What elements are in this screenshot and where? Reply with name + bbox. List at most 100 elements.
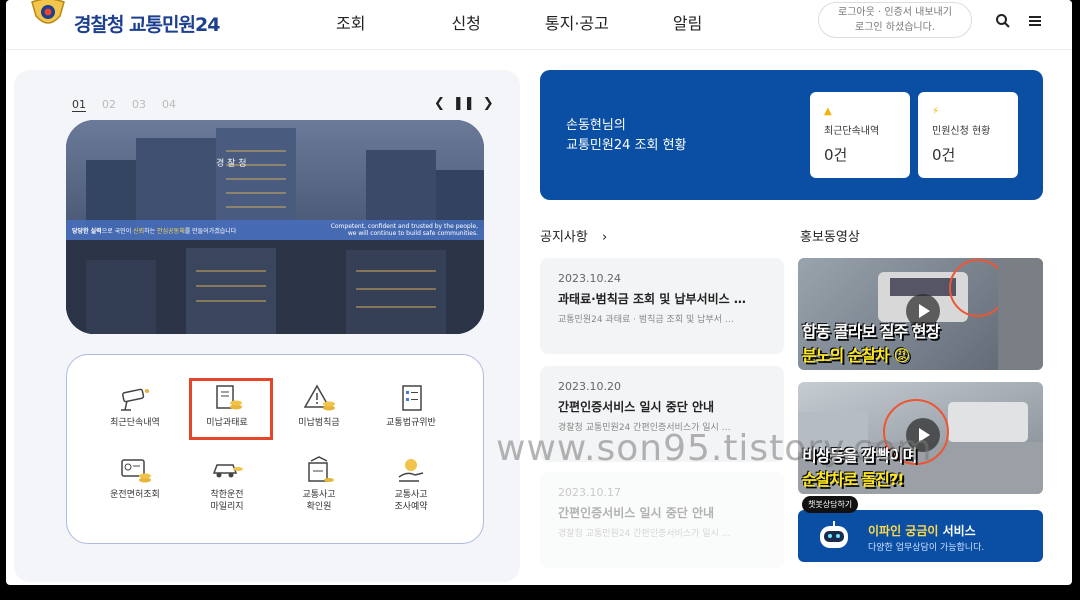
quick-menu-grid: 최근단속내역 미납과태료 미납범칙금 교통법규위반 운전면허조회 착한운전 마일…: [89, 378, 459, 517]
id-card-icon: [121, 459, 151, 483]
nav-item-lookup[interactable]: 조회: [336, 10, 365, 34]
menu-label: 착한운전: [210, 490, 244, 500]
slogan-part-1: 당당한 실력: [72, 227, 102, 235]
pause-icon[interactable]: ❚❚: [453, 96, 475, 111]
menu-accident-reservation[interactable]: 교통사고조사예약: [365, 455, 457, 517]
menu-good-driving-mileage[interactable]: 착한운전마일리지: [181, 455, 273, 517]
nav-item-alerts[interactable]: 알림: [673, 10, 702, 34]
site-logo-text[interactable]: 경찰청 교통민원24: [74, 10, 220, 37]
slide-number-3[interactable]: 03: [132, 98, 146, 112]
notice-date: 2023.10.20: [558, 380, 621, 393]
notice-date: 2023.10.17: [558, 486, 621, 499]
notice-title-text: 공지사항: [540, 230, 588, 245]
left-panel: 01 02 03 04 ❮ ❚❚ ❯ 경 찰 청 당당한 실력으로 국민이 신뢰…: [14, 70, 520, 582]
video-thumbnail-1[interactable]: 합동 콜라보 질주 현장 분노의 순찰차 😡: [798, 258, 1043, 370]
notice-summary: 교통민원24 과태료 · 범칙금 조회 및 납부서 …: [558, 315, 734, 325]
chatbot-title-rest: 서비스: [938, 524, 976, 538]
slide-number-4[interactable]: 04: [162, 98, 176, 112]
search-icon[interactable]: [994, 12, 1012, 30]
slogan-part-3: 하는: [144, 227, 158, 235]
logout-link[interactable]: 로그아웃 · 인증서 내보내기: [819, 6, 971, 19]
menu-label: 최근단속내역: [110, 418, 160, 428]
slide-number-1[interactable]: 01: [72, 98, 86, 112]
robot-icon: [820, 521, 848, 548]
banner-slogan-strip: 당당한 실력으로 국민이 신뢰하는 안심공동체를 만들어가겠습니다 Compet…: [66, 220, 484, 240]
menu-label: 미납과태료: [206, 418, 248, 428]
notice-section-title[interactable]: 공지사항 ›: [540, 226, 607, 245]
status-box-label: 민원신청 현황: [932, 126, 991, 137]
video-caption-top: 합동 콜라보 질주 현장: [802, 322, 940, 341]
notice-title: 간편인증서비스 일시 중단 안내: [558, 400, 715, 414]
banner-building-sign: 경 찰 청: [216, 159, 247, 169]
page: 경찰청 교통민원24 조회 신청 통지·공고 알림 로그아웃 · 인증서 내보내…: [6, 0, 1072, 585]
status-box-label: 최근단속내역: [824, 126, 880, 137]
accident-document-icon: [308, 456, 334, 482]
user-status-card: 손동현님의 교통민원24 조회 현황 ▲ 최근단속내역 0건 ⚡ 민원신청 현황…: [540, 70, 1043, 200]
slogan-part-4: 를 만들어가겠습니다: [184, 227, 237, 235]
header: 경찰청 교통민원24 조회 신청 통지·공고 알림 로그아웃 · 인증서 내보내…: [6, 0, 1072, 50]
nav-item-apply[interactable]: 신청: [451, 10, 480, 34]
menu-label: 운전면허조회: [110, 490, 160, 500]
warning-icon: ▲: [824, 106, 832, 117]
menu-traffic-violation[interactable]: 교통법규위반: [365, 383, 457, 445]
chatbot-banner[interactable]: 이파인 궁금이 서비스 다양한 업무상담이 가능합니다.: [798, 510, 1043, 562]
chatbot-title-highlight: 이파인 궁금이: [868, 524, 939, 538]
next-slide-icon[interactable]: ❯: [483, 96, 494, 111]
menu-label: 미납범칙금: [298, 418, 340, 428]
slogan-highlight-1: 신뢰: [133, 227, 145, 235]
slogan-english-2: we will continue to build safe communiti…: [347, 230, 478, 237]
car-coins-icon: [212, 464, 243, 478]
chevron-right-icon[interactable]: ›: [602, 230, 607, 245]
cctv-camera-icon: [121, 388, 149, 411]
video-caption-bottom: 순찰차로 돌진?!: [802, 470, 904, 489]
notice-title: 간편인증서비스 일시 중단 안내: [558, 506, 715, 520]
slogan-english-1: Competent, confident and trusted by the …: [330, 223, 478, 230]
menu-license-lookup[interactable]: 운전면허조회: [89, 455, 181, 517]
menu-accident-certificate[interactable]: 교통사고확인원: [273, 455, 365, 517]
slogan-highlight-2: 안심공동체: [157, 227, 185, 235]
notice-item[interactable]: 2023.10.17 간편인증서비스 일시 중단 안내 경찰청 교통민원24 간…: [540, 472, 784, 568]
menu-label: 교통법규위반: [386, 418, 436, 428]
chatbot-subtitle: 다양한 업무상담이 가능합니다.: [868, 543, 985, 553]
chatbot-tag[interactable]: 챗봇상담하기: [802, 496, 859, 513]
status-box-recent-enforcement[interactable]: ▲ 최근단속내역 0건: [810, 92, 910, 178]
menu-unpaid-penalty[interactable]: 미납범칙금: [273, 383, 365, 445]
menu-label-line2: 확인원: [306, 502, 332, 512]
menu-label: 교통사고: [394, 490, 428, 500]
menu-recent-enforcement[interactable]: 최근단속내역: [89, 383, 181, 445]
video-caption-bottom: 분노의 순찰차 😡: [802, 346, 910, 365]
status-box-value: 0건: [824, 146, 848, 164]
notice-summary: 경찰청 교통민원24 간편인증서비스가 일시 …: [558, 529, 731, 539]
slide-number-2[interactable]: 02: [102, 98, 116, 112]
notice-date: 2023.10.24: [558, 272, 621, 285]
status-box-applications[interactable]: ⚡ 민원신청 현황 0건: [918, 92, 1018, 178]
main-nav: 조회 신청 통지·공고 알림: [306, 10, 702, 34]
slide-pagination: 01 02 03 04: [72, 98, 176, 112]
document-checklist-icon: [402, 385, 422, 411]
slogan-part-2: 으로 국민이: [101, 227, 134, 235]
quick-menu-card: 최근단속내역 미납과태료 미납범칙금 교통법규위반 운전면허조회 착한운전 마일…: [66, 354, 484, 544]
banner-slogan-korean: 당당한 실력으로 국민이 신뢰하는 안심공동체를 만들어가겠습니다: [72, 226, 236, 235]
status-greeting: 손동현님의 교통민원24 조회 현황: [566, 116, 687, 156]
status-username: 손동현님의: [566, 118, 626, 133]
menu-label-line2: 마일리지: [210, 502, 244, 512]
status-subtitle: 교통민원24 조회 현황: [566, 138, 687, 153]
notice-item[interactable]: 2023.10.24 과태료·범칙금 조회 및 납부서비스 … 교통민원24 과…: [540, 258, 784, 354]
menu-icon[interactable]: [1026, 12, 1044, 30]
video-section-title: 홍보동영상: [800, 230, 860, 245]
main-banner[interactable]: 경 찰 청 당당한 실력으로 국민이 신뢰하는 안심공동체를 만들어가겠습니다 …: [66, 120, 484, 334]
police-emblem-icon[interactable]: [28, 0, 68, 34]
banner-slogan-english: Competent, confident and trusted by the …: [331, 223, 478, 237]
menu-label: 교통사고: [302, 490, 336, 500]
hand-coin-icon: [398, 459, 424, 482]
warning-coins-icon: [303, 384, 335, 411]
menu-unpaid-fines[interactable]: 미납과태료: [181, 378, 273, 445]
watermark-text: www.son95.tistory.com: [496, 428, 933, 469]
menu-label-line2: 조사예약: [394, 502, 428, 512]
login-status-box[interactable]: 로그아웃 · 인증서 내보내기 로그인 하셨습니다.: [818, 2, 972, 38]
notice-title: 과태료·범칙금 조회 및 납부서비스 …: [558, 292, 746, 306]
prev-slide-icon[interactable]: ❮: [434, 96, 445, 111]
login-status-text: 로그인 하셨습니다.: [855, 22, 935, 33]
nav-item-notice[interactable]: 통지·공고: [545, 10, 609, 34]
status-box-value: 0건: [932, 146, 956, 164]
